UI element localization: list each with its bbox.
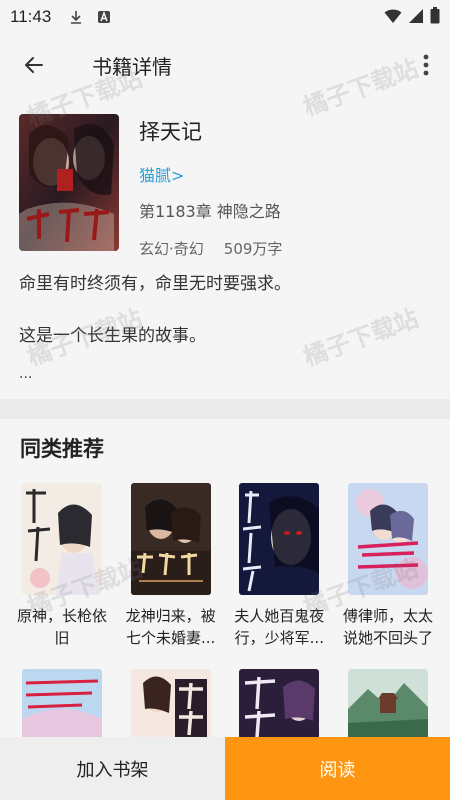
status-time: 11:43: [10, 7, 52, 26]
recommend-item[interactable]: [338, 669, 438, 739]
book-cover: [19, 114, 119, 251]
recommend-item[interactable]: 原神，长枪依旧: [12, 483, 112, 649]
latest-chapter: 第1183章 神隐之路: [139, 202, 281, 221]
recommend-item[interactable]: 傅律师，太太说她不回头了: [338, 483, 438, 649]
more-vertical-icon: [423, 54, 429, 76]
recommend-cover: [130, 483, 211, 595]
recommend-cover: [239, 669, 320, 739]
recommend-cover: [347, 483, 428, 595]
recommend-item[interactable]: [229, 669, 329, 739]
wifi-icon: [384, 8, 402, 29]
read-button[interactable]: 阅读: [225, 737, 450, 800]
recommend-cover: [239, 483, 320, 595]
more-options-button[interactable]: [412, 42, 440, 88]
battery-icon: [430, 7, 440, 29]
section-divider: [0, 399, 450, 419]
download-icon: [69, 10, 83, 24]
signal-icon: [408, 8, 424, 29]
intro-expand[interactable]: ...: [19, 361, 431, 387]
intro-line: 命里有时终须有，命里无时要强求。: [19, 274, 291, 294]
recommend-item[interactable]: [121, 669, 221, 739]
book-info: 择天记 猫腻> 第1183章 神隐之路 玄幻·奇幻 509万字: [0, 96, 450, 259]
recommend-section: 同类推荐 原神，长枪依旧 龙神归来，被七个未婚妻... 夫人她百鬼夜行，少将军.…: [0, 419, 450, 739]
app-a-icon: [97, 10, 111, 24]
recommend-item[interactable]: 龙神归来，被七个未婚妻...: [121, 483, 221, 649]
recommend-name: 夫人她百鬼夜行，少将军...: [234, 607, 325, 647]
recommend-cover: [130, 669, 211, 739]
recommend-title: 同类推荐: [20, 437, 104, 461]
book-info-text: 择天记 猫腻> 第1183章 神隐之路 玄幻·奇幻 509万字: [139, 114, 282, 259]
arrow-left-icon: [25, 57, 43, 73]
book-intro: 命里有时终须有，命里无时要强求。 这是一个长生果的故事。 ...: [0, 259, 450, 387]
page-title: 书籍详情: [92, 54, 172, 79]
recommend-cover: [22, 669, 102, 739]
bottom-action-bar: 加入书架 阅读: [0, 737, 450, 800]
back-button[interactable]: [6, 37, 62, 93]
status-bar: 11:43: [0, 0, 450, 34]
book-genre: 玄幻·奇幻: [139, 240, 204, 258]
app-bar: 书籍详情: [0, 34, 450, 96]
intro-line: 这是一个长生果的故事。: [19, 326, 206, 346]
recommend-name: 龙神归来，被七个未婚妻...: [125, 607, 216, 647]
add-to-shelf-button[interactable]: 加入书架: [0, 737, 225, 800]
author-link[interactable]: 猫腻>: [139, 162, 282, 186]
recommend-name: 傅律师，太太说她不回头了: [342, 607, 433, 647]
recommend-row: [0, 649, 450, 739]
recommend-cover: [22, 483, 102, 595]
book-word-count: 509万字: [223, 240, 283, 258]
recommend-item[interactable]: [12, 669, 112, 739]
recommend-cover: [347, 669, 428, 739]
book-title: 择天记: [139, 120, 202, 144]
book-meta: 玄幻·奇幻 509万字: [139, 238, 282, 259]
recommend-row: 原神，长枪依旧 龙神归来，被七个未婚妻... 夫人她百鬼夜行，少将军... 傅律…: [0, 463, 450, 649]
recommend-name: 原神，长枪依旧: [16, 607, 107, 647]
recommend-item[interactable]: 夫人她百鬼夜行，少将军...: [229, 483, 329, 649]
